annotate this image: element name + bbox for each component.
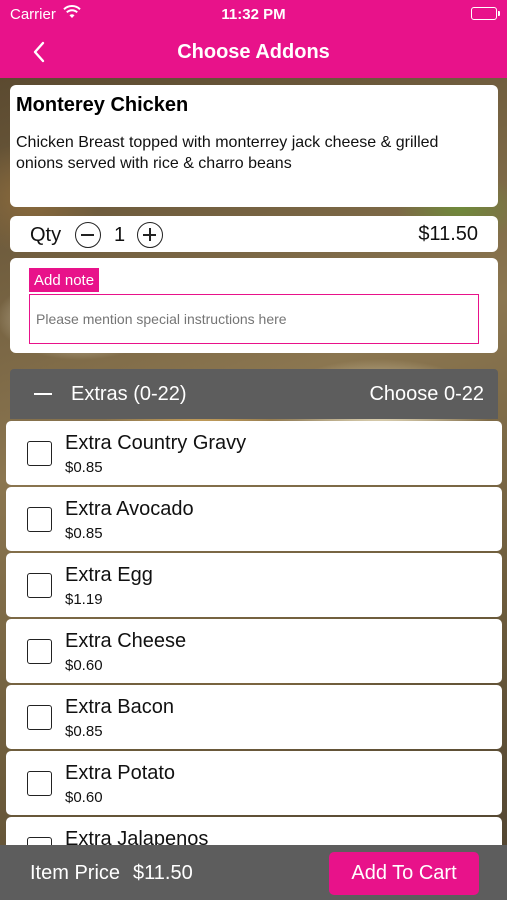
item-description-card: Monterey Chicken Chicken Breast topped w… bbox=[10, 85, 498, 207]
list-item[interactable]: Extra Jalapenos bbox=[6, 817, 502, 845]
list-item[interactable]: Extra Potato $0.60 bbox=[6, 751, 502, 815]
qty-label: Qty bbox=[30, 224, 62, 246]
addon-name: Extra Egg bbox=[65, 564, 153, 586]
addon-price: $0.60 bbox=[65, 657, 103, 674]
addon-price: $0.85 bbox=[65, 459, 103, 476]
status-bar: Carrier 11:32 PM bbox=[0, 0, 507, 28]
addon-name: Extra Bacon bbox=[65, 696, 174, 718]
extras-title: Extras (0-22) bbox=[71, 383, 187, 405]
addon-name: Extra Jalapenos bbox=[65, 828, 209, 845]
list-item[interactable]: Extra Country Gravy $0.85 bbox=[6, 421, 502, 485]
checkbox-icon[interactable] bbox=[27, 639, 52, 664]
checkbox-icon[interactable] bbox=[27, 441, 52, 466]
list-item[interactable]: Extra Avocado $0.85 bbox=[6, 487, 502, 551]
checkout-footer: Item Price $11.50 Add To Cart bbox=[0, 845, 507, 900]
page-title: Choose Addons bbox=[177, 41, 330, 63]
addon-name: Extra Potato bbox=[65, 762, 176, 784]
extras-section-header[interactable]: Extras (0-22) Choose 0-22 bbox=[10, 369, 498, 419]
checkbox-icon[interactable] bbox=[27, 771, 52, 796]
collapse-icon[interactable] bbox=[34, 393, 52, 395]
addon-price: $1.19 bbox=[65, 591, 103, 608]
minus-circle-icon[interactable] bbox=[75, 222, 101, 248]
special-instructions-input[interactable] bbox=[29, 294, 479, 344]
checkbox-icon[interactable] bbox=[27, 507, 52, 532]
clock: 11:32 PM bbox=[221, 6, 286, 23]
item-price-value: $11.50 bbox=[133, 862, 193, 884]
note-card: Add note bbox=[10, 258, 498, 353]
add-note-label: Add note bbox=[29, 268, 100, 292]
navigation-bar: Choose Addons bbox=[0, 28, 507, 78]
list-item[interactable]: Extra Egg $1.19 bbox=[6, 553, 502, 617]
item-description: Chicken Breast topped with monterrey jac… bbox=[16, 134, 439, 172]
addon-price: $0.85 bbox=[65, 525, 103, 542]
list-item[interactable]: Extra Bacon $0.85 bbox=[6, 685, 502, 749]
item-unit-price: $11.50 bbox=[418, 223, 478, 245]
checkbox-icon[interactable] bbox=[27, 705, 52, 730]
checkbox-icon[interactable] bbox=[27, 837, 52, 845]
addon-price: $0.85 bbox=[65, 723, 103, 740]
plus-circle-icon[interactable] bbox=[137, 222, 163, 248]
extras-list: Extra Country Gravy $0.85 Extra Avocado … bbox=[6, 419, 502, 845]
addon-name: Extra Cheese bbox=[65, 630, 187, 652]
item-price-label: Item Price bbox=[30, 862, 121, 884]
list-item[interactable]: Extra Cheese $0.60 bbox=[6, 619, 502, 683]
checkbox-icon[interactable] bbox=[27, 573, 52, 598]
quantity-card: Qty 1 $11.50 bbox=[10, 216, 498, 252]
battery-icon bbox=[471, 7, 500, 20]
qty-value: 1 bbox=[114, 224, 126, 246]
add-to-cart-button[interactable]: Add To Cart bbox=[329, 852, 479, 895]
addon-name: Extra Avocado bbox=[65, 498, 194, 520]
addon-price: $0.60 bbox=[65, 789, 103, 806]
extras-choose-range: Choose 0-22 bbox=[369, 383, 484, 405]
addon-name: Extra Country Gravy bbox=[65, 432, 247, 454]
item-name: Monterey Chicken bbox=[16, 94, 189, 116]
